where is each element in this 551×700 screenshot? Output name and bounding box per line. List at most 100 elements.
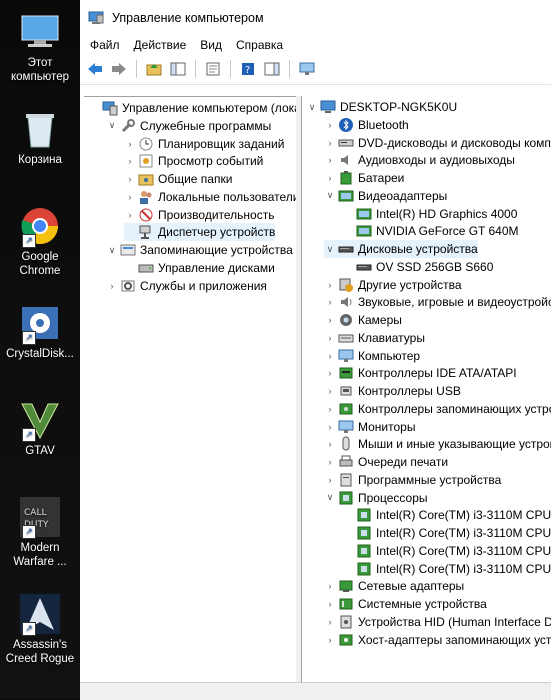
sound-icon [338,294,354,310]
tree-item[interactable]: Управление компьютером (локал [88,99,296,117]
chevron-right-icon[interactable]: › [106,280,118,292]
tree-item[interactable]: NVIDIA GeForce GT 640M [342,222,519,240]
monitor-icon[interactable] [296,58,318,80]
chevron-down-icon[interactable]: ∨ [106,244,118,256]
chevron-right-icon[interactable]: › [324,350,336,362]
menu-file[interactable]: Файл [90,38,120,52]
tree-item[interactable]: › Клавиатуры [324,329,425,347]
tree-item[interactable]: Intel(R) Core(TM) i3-3110M CPU @ 2.40GHz [342,560,551,578]
tree-item[interactable]: › Камеры [324,311,402,329]
tree-item[interactable]: Intel(R) Core(TM) i3-3110M CPU @ 2.40GHz [342,506,551,524]
tree-item[interactable]: › Мониторы [324,418,416,436]
chevron-right-icon[interactable]: › [124,138,136,150]
tree-item[interactable]: ∨ Процессоры [324,489,428,507]
tree-item[interactable]: › Программные устройства [324,471,502,489]
chevron-down-icon[interactable]: ∨ [306,101,318,113]
tree-item-label: Мониторы [358,419,416,434]
chevron-right-icon[interactable]: › [324,580,336,592]
chevron-right-icon[interactable]: › [324,332,336,344]
desktop-icon[interactable]: Корзина [0,107,80,167]
tree-item[interactable]: ∨ Дисковые устройства [324,240,478,258]
desktop-icon[interactable]: ↗ CrystalDisk... [0,301,80,361]
chevron-right-icon[interactable]: › [324,367,336,379]
tree-item[interactable]: › Просмотр событий [124,152,264,170]
tree-item[interactable]: Диспетчер устройств [124,223,276,242]
chevron-right-icon[interactable]: › [324,403,336,415]
desktop-icon[interactable]: ↗ Google Chrome [0,204,80,278]
chevron-right-icon[interactable]: › [324,279,336,291]
title-bar[interactable]: Управление компьютером [80,0,551,36]
chevron-down-icon[interactable]: ∨ [324,492,336,504]
tree-item[interactable]: › Общие папки [124,170,233,188]
tree-item[interactable]: › Bluetooth [324,116,409,134]
desktop-icon-label: Assassin's Creed Rogue [5,639,75,665]
chevron-right-icon[interactable]: › [324,474,336,486]
desktop-icon[interactable]: Этот компьютер [0,10,80,84]
forward-arrow-icon[interactable] [108,58,130,80]
tree-item[interactable]: Intel(R) Core(TM) i3-3110M CPU @ 2.40GHz [342,524,551,542]
tree-item[interactable]: › DVD-дисководы и дисководы компакт-диско… [324,134,551,152]
chevron-right-icon[interactable]: › [324,314,336,326]
tree-item[interactable]: › Контроллеры IDE ATA/ATAPI [324,364,517,382]
desktop-icon[interactable]: ↗ GTAV [0,398,80,458]
tree-item[interactable]: Управление дисками [124,259,275,277]
computer-icon [320,99,336,115]
tree-item[interactable]: › Устройства HID (Human Interface Devices… [324,613,551,631]
chevron-right-icon[interactable]: › [324,172,336,184]
tree-item[interactable]: ∨ Служебные программы [106,117,271,135]
tree-item[interactable]: › Сетевые адаптеры [324,577,465,595]
tree-item[interactable]: ∨ DESKTOP-NGK5K0U [306,98,457,116]
tree-item[interactable]: › Планировщик заданий [124,135,285,153]
tree-item[interactable]: › Батареи [324,169,404,187]
tree-item[interactable]: › Производительность [124,206,275,224]
properties-icon[interactable] [202,58,224,80]
tree-item[interactable]: › Системные устройства [324,595,487,613]
tree-item[interactable]: › Аудиовходы и аудиовыходы [324,151,515,169]
tree-item[interactable]: › Компьютер [324,347,421,365]
desktop-icon[interactable]: CALL DUTY ↗ Modern Warfare ... [0,495,80,569]
tree-item[interactable]: ∨ Запоминающие устройства [106,241,293,259]
tree-item[interactable]: OV SSD 256GB S660 [342,258,493,276]
tree-item[interactable]: › Мыши и иные указывающие устройства [324,435,551,453]
menu-help[interactable]: Справка [236,38,283,52]
chevron-right-icon[interactable]: › [324,616,336,628]
menu-action[interactable]: Действие [134,38,187,52]
tree-item[interactable]: › Контроллеры USB [324,382,461,400]
tree-item[interactable]: Intel(R) Core(TM) i3-3110M CPU @ 2.40GHz [342,542,551,560]
chevron-right-icon[interactable]: › [324,154,336,166]
tree-item-label: Аудиовходы и аудиовыходы [358,153,515,168]
chevron-right-icon[interactable]: › [324,438,336,450]
help-icon[interactable]: ? [237,58,259,80]
tree-item[interactable]: › Локальные пользователи и [124,188,296,206]
chevron-right-icon[interactable]: › [124,209,136,221]
tree-item[interactable]: ∨ Видеоадаптеры [324,187,448,205]
chevron-right-icon[interactable]: › [324,634,336,646]
action-pane-icon[interactable] [261,58,283,80]
chevron-right-icon[interactable]: › [324,456,336,468]
back-arrow-icon[interactable] [84,58,106,80]
chevron-right-icon[interactable]: › [324,296,336,308]
chevron-down-icon[interactable]: ∨ [106,120,118,132]
chevron-right-icon[interactable]: › [324,385,336,397]
tree-item[interactable]: › Другие устройства [324,276,462,294]
chevron-right-icon[interactable]: › [324,598,336,610]
tree-item[interactable]: › Контроллеры запоминающих устройств [324,400,551,418]
chevron-down-icon[interactable]: ∨ [324,243,336,255]
tree-item[interactable]: › Службы и приложения [106,277,267,295]
chevron-right-icon[interactable]: › [124,173,136,185]
tree-item[interactable]: › Звуковые, игровые и видеоустройства [324,293,551,311]
chevron-right-icon[interactable]: › [324,421,336,433]
menu-view[interactable]: Вид [200,38,222,52]
tree-item[interactable]: Intel(R) HD Graphics 4000 [342,205,517,223]
tree-item[interactable]: › Очереди печати [324,453,449,471]
up-folder-icon[interactable] [143,58,165,80]
tree-item[interactable]: › Хост-адаптеры запоминающих устройств [324,631,551,649]
chevron-right-icon[interactable]: › [124,155,136,167]
chevron-right-icon[interactable]: › [124,191,136,203]
app-icon [88,10,104,26]
chevron-down-icon[interactable]: ∨ [324,190,336,202]
chevron-right-icon[interactable]: › [324,119,336,131]
show-hide-tree-icon[interactable] [167,58,189,80]
chevron-right-icon[interactable]: › [324,137,336,149]
desktop-icon[interactable]: ↗ Assassin's Creed Rogue [0,592,80,666]
